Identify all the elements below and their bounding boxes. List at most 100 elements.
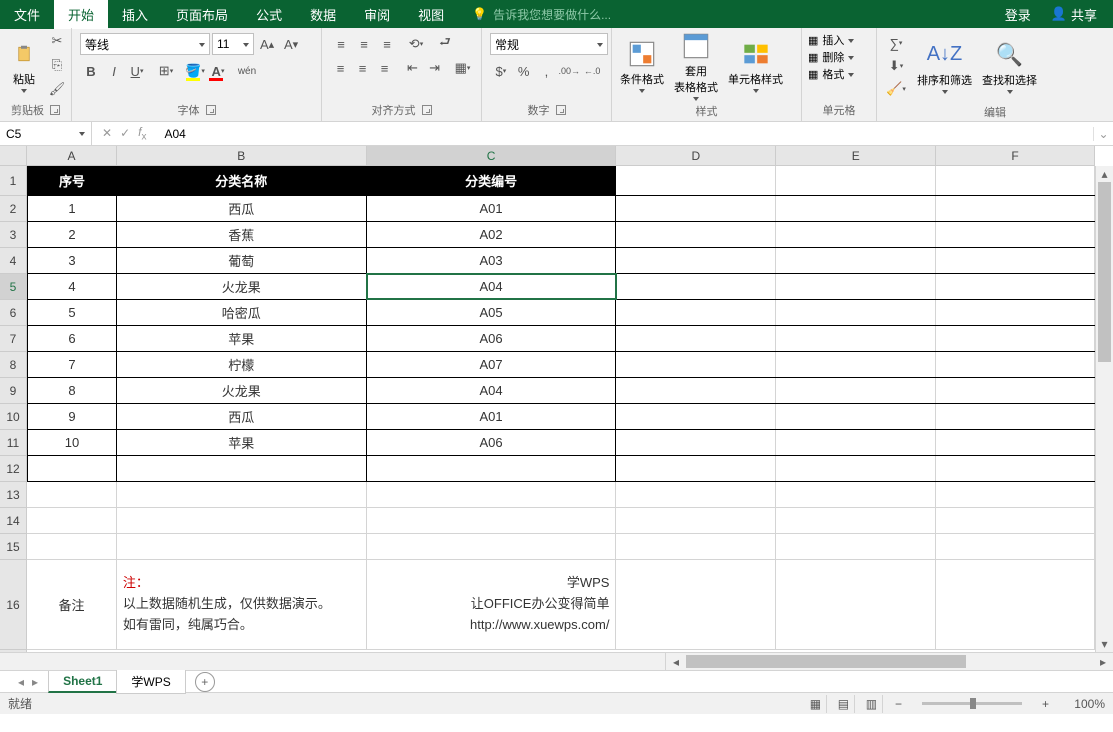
font-name-select[interactable]: 等线: [80, 33, 210, 55]
fill-button[interactable]: ⬇▾: [885, 55, 907, 77]
cell-B4[interactable]: 葡萄: [117, 248, 367, 273]
cell-A10[interactable]: 9: [27, 404, 117, 429]
cell-F14[interactable]: [936, 508, 1095, 533]
cell-D2[interactable]: [616, 196, 776, 221]
col-header-A[interactable]: A: [27, 146, 117, 165]
cell-A2[interactable]: 1: [27, 196, 117, 221]
page-layout-view-button[interactable]: ▤: [833, 695, 855, 713]
cell-D9[interactable]: [616, 378, 776, 403]
increase-decimal-button[interactable]: .00→: [558, 60, 580, 82]
cell-A9[interactable]: 8: [27, 378, 117, 403]
cell-D5[interactable]: [616, 274, 776, 299]
scroll-right-button[interactable]: ▸: [1095, 653, 1111, 670]
cell-E11[interactable]: [776, 430, 936, 455]
row-header-14[interactable]: 14: [0, 508, 26, 534]
tab-file[interactable]: 文件: [0, 0, 54, 29]
tab-review[interactable]: 审阅: [350, 0, 404, 29]
wrap-text-button[interactable]: ⮐: [434, 33, 456, 55]
fx-button[interactable]: fx: [138, 125, 146, 142]
underline-button[interactable]: U▾: [126, 60, 148, 82]
cell-B12[interactable]: [117, 456, 367, 481]
cell-B11[interactable]: 苹果: [117, 430, 367, 455]
cell-C1[interactable]: 分类编号: [367, 166, 617, 195]
cell-C7[interactable]: A06: [367, 326, 617, 351]
cell-E8[interactable]: [776, 352, 936, 377]
font-color-button[interactable]: A▾: [207, 60, 229, 82]
tab-formulas[interactable]: 公式: [242, 0, 296, 29]
login-button[interactable]: 登录: [997, 1, 1039, 28]
cell-F3[interactable]: [936, 222, 1095, 247]
row-header-13[interactable]: 13: [0, 482, 26, 508]
autosum-button[interactable]: ∑▾: [885, 32, 907, 54]
cell-D4[interactable]: [616, 248, 776, 273]
accounting-format-button[interactable]: $▾: [490, 60, 512, 82]
zoom-out-button[interactable]: −: [889, 697, 908, 711]
expand-formula-bar[interactable]: ⌄: [1093, 127, 1113, 141]
row-header-11[interactable]: 11: [0, 430, 26, 456]
cell-A3[interactable]: 2: [27, 222, 117, 247]
cell-C14[interactable]: [367, 508, 617, 533]
cell-A4[interactable]: 3: [27, 248, 117, 273]
row-header-6[interactable]: 6: [0, 300, 26, 326]
copy-button[interactable]: ⎘: [46, 54, 68, 76]
insert-cells-button[interactable]: ▦插入: [808, 32, 870, 48]
cell-E2[interactable]: [776, 196, 936, 221]
cell-F11[interactable]: [936, 430, 1095, 455]
cell-A8[interactable]: 7: [27, 352, 117, 377]
cell-C8[interactable]: A07: [367, 352, 617, 377]
decrease-decimal-button[interactable]: ←.0: [581, 60, 603, 82]
row-header-15[interactable]: 15: [0, 534, 26, 560]
cell-E14[interactable]: [776, 508, 936, 533]
cell-B13[interactable]: [117, 482, 367, 507]
tell-me-search[interactable]: 💡 告诉我您想要做什么...: [458, 1, 625, 28]
name-box[interactable]: C5: [0, 122, 92, 145]
cell-C9[interactable]: A04: [367, 378, 617, 403]
cell-D12[interactable]: [616, 456, 776, 481]
cell-B15[interactable]: [117, 534, 367, 559]
cell-B10[interactable]: 西瓜: [117, 404, 367, 429]
cell-D1[interactable]: [616, 166, 776, 195]
cell-F1[interactable]: [936, 166, 1095, 195]
align-center-button[interactable]: ≡: [352, 57, 373, 79]
cell-D13[interactable]: [616, 482, 776, 507]
cell-F7[interactable]: [936, 326, 1095, 351]
page-break-view-button[interactable]: ▥: [861, 695, 883, 713]
number-launcher[interactable]: [556, 105, 566, 115]
cell-D14[interactable]: [616, 508, 776, 533]
row-header-12[interactable]: 12: [0, 456, 26, 482]
cell-E6[interactable]: [776, 300, 936, 325]
border-button[interactable]: ⊞▾: [155, 60, 177, 82]
cell-E13[interactable]: [776, 482, 936, 507]
delete-cells-button[interactable]: ▦删除: [808, 49, 870, 65]
tab-pagelayout[interactable]: 页面布局: [162, 0, 242, 29]
cell-E10[interactable]: [776, 404, 936, 429]
increase-font-button[interactable]: A▴: [256, 33, 278, 55]
vscroll-thumb[interactable]: [1098, 182, 1111, 362]
note-right-cell[interactable]: 学WPS让OFFICE办公变得简单http://www.xuewps.com/: [367, 560, 617, 649]
italic-button[interactable]: I: [103, 60, 125, 82]
cell-B7[interactable]: 苹果: [117, 326, 367, 351]
tab-nav-prev[interactable]: ◂: [18, 675, 24, 689]
cell-D15[interactable]: [616, 534, 776, 559]
cell-E5[interactable]: [776, 274, 936, 299]
cell-B8[interactable]: 柠檬: [117, 352, 367, 377]
format-cells-button[interactable]: ▦格式: [808, 66, 870, 82]
cell-D7[interactable]: [616, 326, 776, 351]
fill-color-button[interactable]: 🪣▾: [184, 60, 206, 82]
cell-D6[interactable]: [616, 300, 776, 325]
hscroll-thumb[interactable]: [686, 655, 966, 668]
align-left-button[interactable]: ≡: [330, 57, 351, 79]
new-sheet-button[interactable]: +: [195, 672, 215, 692]
formula-input[interactable]: A04: [156, 127, 1093, 141]
cell-E12[interactable]: [776, 456, 936, 481]
orientation-button[interactable]: ⟲▾: [405, 33, 427, 55]
cell-F9[interactable]: [936, 378, 1095, 403]
decrease-indent-button[interactable]: ⇤: [402, 57, 423, 79]
cell[interactable]: [936, 560, 1095, 649]
alignment-launcher[interactable]: [422, 105, 432, 115]
clear-button[interactable]: 🧹▾: [885, 78, 907, 100]
cell-B5[interactable]: 火龙果: [117, 274, 367, 299]
cell-A14[interactable]: [27, 508, 117, 533]
cell-E4[interactable]: [776, 248, 936, 273]
cell-B6[interactable]: 哈密瓜: [117, 300, 367, 325]
